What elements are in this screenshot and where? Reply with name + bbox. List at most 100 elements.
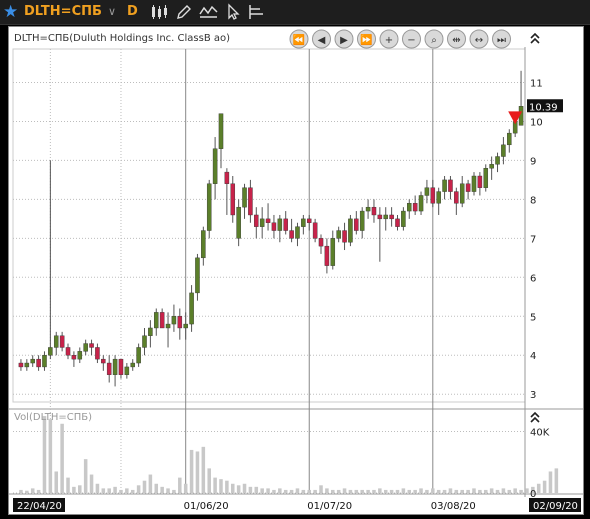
collapse-volume-pane-icon[interactable] [530,411,540,423]
date-tick-label: 02/09/20 [533,501,578,512]
candle-body [295,226,300,239]
volume-bar [319,485,323,493]
chart-title: DLTH=СПБ(Duluth Holdings Inc. ClassB ao) [14,33,230,44]
cursor-icon[interactable] [224,3,244,21]
zoom-in-icon[interactable]: + [379,29,399,49]
candle-body [130,362,135,368]
collapse-price-pane-icon[interactable] [530,32,540,44]
candle-body [407,203,412,212]
volume-bar [136,485,141,493]
volume-bar [101,488,106,493]
volume-bar [60,423,64,493]
candle-body [248,187,253,216]
candle-body [324,245,330,266]
volume-bar [448,488,453,493]
volume-bar [19,489,23,493]
star-icon[interactable]: ★ [3,2,18,22]
volume-bar [554,468,559,493]
overlay: 10.39 [508,32,563,423]
nav-button-glyph: ⏩ [360,33,372,46]
volume-bar [354,489,359,493]
candle-body [159,312,165,329]
volume-bar [460,489,464,493]
candle-body [271,222,277,231]
zoom-box-icon[interactable]: ⌕ [424,29,444,49]
candle-body [495,156,500,165]
candle-body [71,355,77,360]
pencil-icon[interactable] [174,3,194,21]
volume-bar [389,489,394,493]
candle-body [201,230,206,259]
volume-bar [442,489,447,493]
volume-bar [360,489,364,493]
volume-bar [83,459,88,493]
candle-body [436,191,441,204]
candle-body [471,175,477,192]
fast-forward-icon[interactable]: ⏩ [357,29,376,49]
candle-body [59,335,65,348]
price-tick-label: 9 [530,156,536,167]
volume-bar [30,488,35,493]
volume-bar [336,489,341,493]
play-icon[interactable]: ▶ [334,29,354,49]
price-tick-label: 3 [530,390,536,401]
candle-body [265,218,271,223]
candle-body [177,316,183,329]
volume-bar [536,483,541,493]
volume-bar [425,489,429,493]
candle-body [301,218,306,227]
nav-button-glyph: − [407,35,415,46]
volume-bar [154,483,159,493]
chevron-down-icon[interactable]: ∨ [108,3,116,21]
candle-body [412,203,418,212]
price-tick-label: 7 [530,234,536,245]
candlestick-icon[interactable] [149,3,169,21]
volume-bar [295,488,300,493]
volume-bar [366,489,370,493]
chart-panel[interactable]: 10.39 DLTH=СПБ(Duluth Holdings Inc. Clas… [8,26,584,515]
volume-bar [172,489,176,493]
grid-lines [9,47,583,497]
rewind-icon[interactable]: ⏪ [289,29,309,49]
step-forward-icon[interactable]: ⏭ [492,29,511,49]
candle-body [95,347,100,360]
nav-button-glyph: ◀ [318,35,326,46]
volume-tick-label: 40K [530,427,550,438]
candle-body [289,230,294,239]
candle-body [418,195,424,212]
candle-body [459,183,465,204]
volume-bar [201,446,206,493]
volume-bar [325,488,329,493]
zoom-out-icon[interactable]: − [402,29,421,49]
step-back-icon[interactable]: ◀ [312,29,331,49]
candle-body [454,191,459,204]
candle-body [389,214,394,220]
candle-body [336,230,341,239]
volume-bar [513,488,517,493]
volume-bar [142,480,147,493]
price-tick-label: 11 [530,78,543,89]
date-ticks: 22/04/20 01/06/20 01/07/20 03/08/20 02/09/20 [13,498,581,512]
candle-body [489,164,494,169]
volume-bar [542,480,547,493]
volume-bar [130,489,135,493]
expand-horizontal-icon[interactable]: ↔ [469,29,489,49]
crosshair-icon[interactable] [246,3,266,21]
date-tick-label: 22/04/20 [17,501,62,512]
pan-horizontal-icon[interactable]: ⇹ [447,29,466,49]
volume-bar [113,486,117,493]
nav-button-glyph: + [385,35,393,46]
candle-body [101,358,106,364]
volume-bar [219,479,223,493]
chart-svg[interactable]: 10.39 DLTH=СПБ(Duluth Holdings Inc. Clas… [9,27,583,514]
candle-body [348,218,353,243]
candle-body [342,230,347,243]
line-style-icon[interactable] [198,3,218,21]
volume-bar [248,486,253,493]
date-tick-label: 03/08/20 [431,501,476,512]
volume-bar [307,489,312,493]
symbol-label[interactable]: DLTH=СПБ [24,3,102,21]
volume-bar [166,488,170,493]
candle-body [430,187,436,204]
period-label[interactable]: D [127,3,138,21]
